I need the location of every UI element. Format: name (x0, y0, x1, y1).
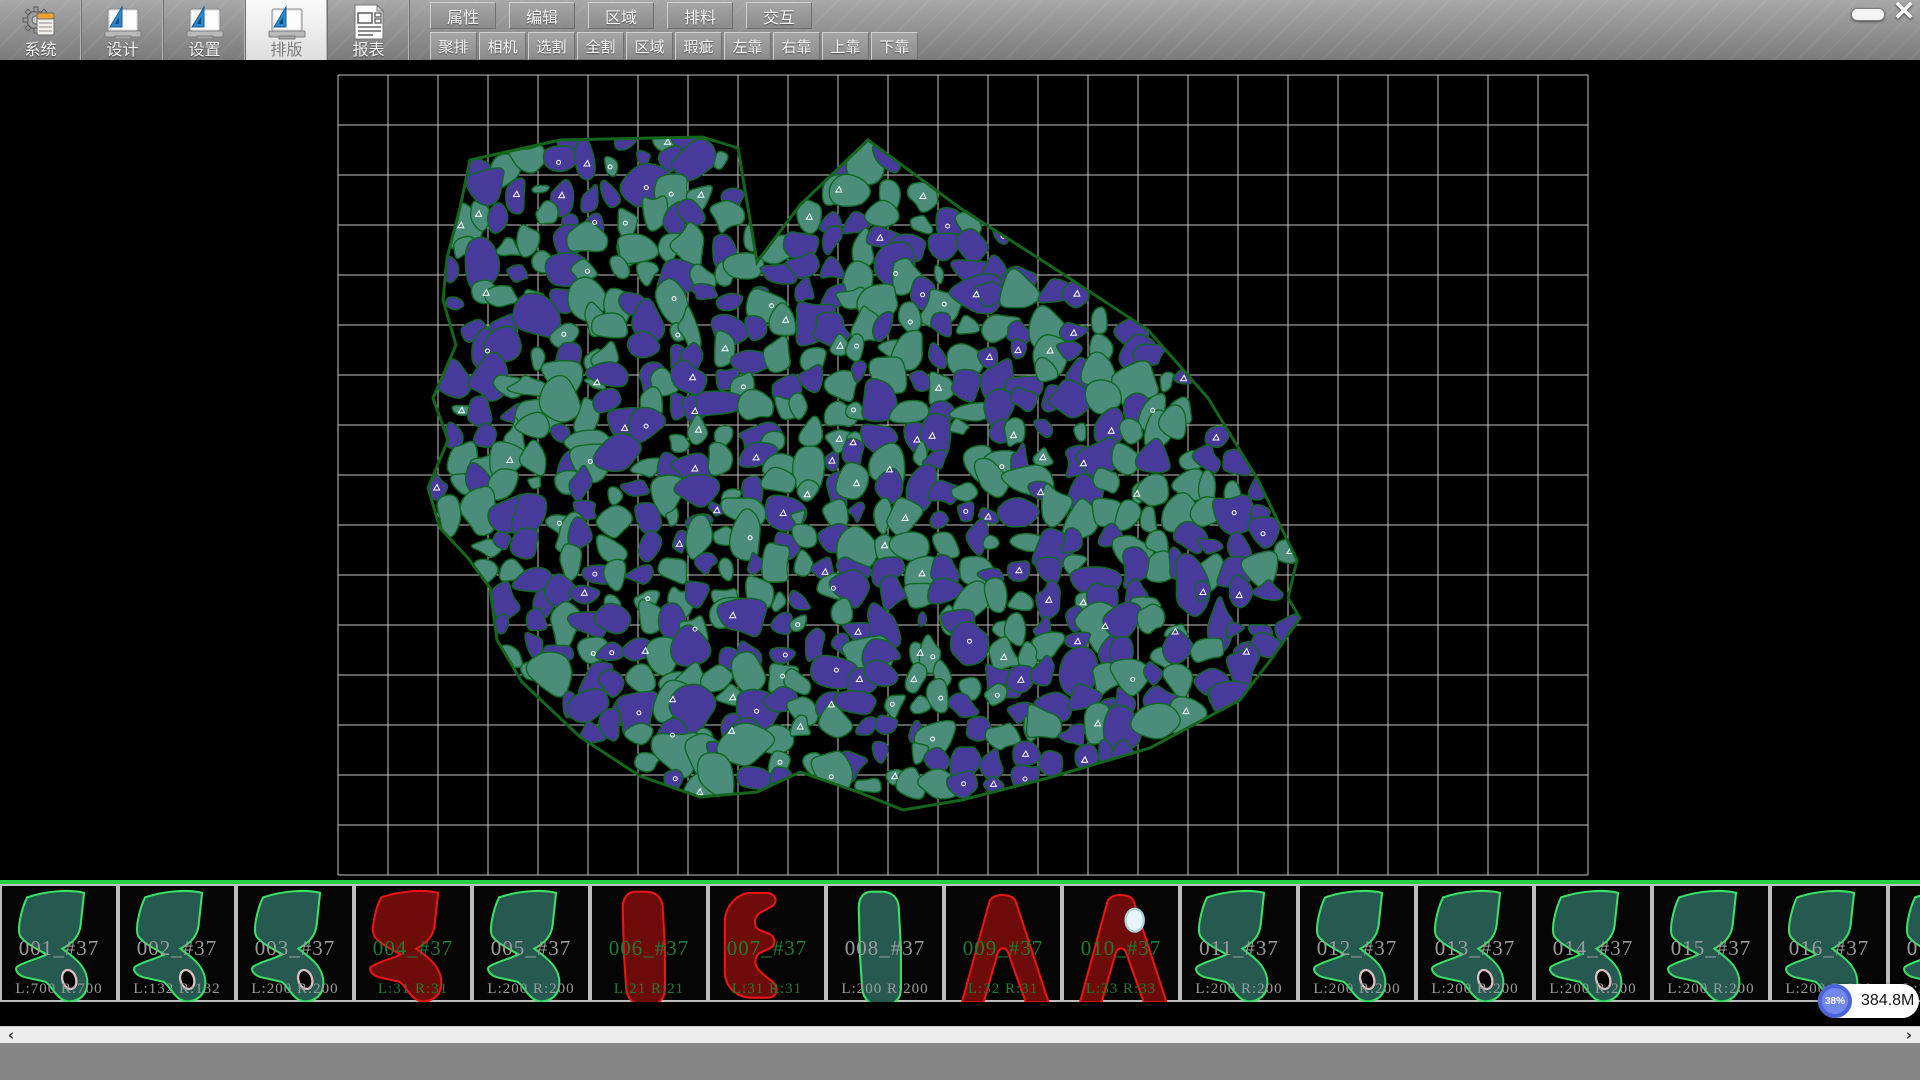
toolbar-tab-label: 排版 (270, 41, 302, 60)
design-ruler-icon (183, 5, 227, 41)
piece-shape-boot (1418, 886, 1532, 1002)
thumbnail-010_#37[interactable]: 010_#37L:33 R:33 (1062, 884, 1180, 1002)
toolbar-tab-design-2[interactable]: 设置 (164, 0, 246, 60)
toolbar-tab-design-3[interactable]: 排版 (246, 0, 328, 60)
system-icon (20, 0, 62, 41)
thumbnail-005_#37[interactable]: 005_#37L:200 R:200 (472, 884, 590, 1002)
memory-usage-label: 384.8M (1861, 992, 1914, 1010)
menu-area: 属性编辑区域排料交互 聚排相机选割全割区域瑕疵左靠右靠上靠下靠 (430, 0, 920, 60)
piece-filmstrip: 001_#37L:700 R:700002_#37L:132 R:132003_… (0, 880, 1920, 1006)
piece-shape-boot (474, 886, 588, 1002)
thumbnail-001_#37[interactable]: 001_#37L:700 R:700 (0, 884, 118, 1002)
design-icon (183, 0, 227, 41)
menu-button-menu_row1-1[interactable]: 编辑 (509, 2, 575, 29)
menu-button-menu_row2-5[interactable]: 瑕疵 (675, 32, 722, 60)
piece-shape-bottle (592, 886, 706, 1002)
minimize-button[interactable] (1851, 8, 1885, 21)
menu-button-menu_row2-7[interactable]: 右靠 (773, 32, 820, 60)
toolbar-tab-label: 设置 (188, 41, 220, 60)
design-ruler-icon (101, 5, 145, 41)
thumbnail-012_#37[interactable]: 012_#37L:200 R:200 (1298, 884, 1416, 1002)
main-toolbar: 系统设计设置排版报表 属性编辑区域排料交互 聚排相机选割全割区域瑕疵左靠右靠上靠… (0, 0, 1920, 60)
piece-shape-boot (1654, 886, 1768, 1002)
scroll-right-arrow-icon[interactable]: › (1900, 1027, 1918, 1044)
design-icon (101, 0, 145, 41)
menu-button-menu_row2-3[interactable]: 全割 (577, 32, 624, 60)
toolbar-tab-system-0[interactable]: 系统 (0, 0, 82, 60)
menu-button-menu_row2-2[interactable]: 选割 (528, 32, 575, 60)
piece-shape-boot (238, 886, 352, 1002)
memory-status-bubble: 38% 384.8M (1818, 984, 1919, 1018)
menu-button-menu_row2-4[interactable]: 区域 (626, 32, 673, 60)
piece-shape-boot (2, 886, 116, 1002)
system-gear-icon (20, 5, 62, 41)
thumbnail-004_#37[interactable]: 004_#37L:31 R:31 (354, 884, 472, 1002)
menu-button-menu_row1-4[interactable]: 交互 (746, 2, 812, 29)
thumbnail-009_#37[interactable]: 009_#37L:32 R:31 (944, 884, 1062, 1002)
toolbar-tab-label: 报表 (352, 41, 384, 60)
piece-shape-boot (356, 886, 470, 1002)
toolbar-tab-design-1[interactable]: 设计 (82, 0, 164, 60)
scroll-left-arrow-icon[interactable]: ‹ (2, 1027, 20, 1044)
menu-button-menu_row2-9[interactable]: 下靠 (871, 32, 918, 60)
main-toolbar-tabs: 系统 设计 设置 排版 报表 (0, 0, 410, 60)
piece-shape-boot (1536, 886, 1650, 1002)
progress-percent-badge: 38% (1818, 984, 1852, 1018)
menu-button-menu_row1-3[interactable]: 排料 (667, 2, 733, 29)
nested-pieces[interactable] (425, 121, 1305, 812)
report-icon (349, 0, 389, 41)
thumbnail-002_#37[interactable]: 002_#37L:132 R:132 (118, 884, 236, 1002)
piece-shape-boot (1182, 886, 1296, 1002)
horizontal-scrollbar[interactable]: ‹ › (0, 1026, 1920, 1044)
menu-button-menu_row1-2[interactable]: 区域 (588, 2, 654, 29)
design-ruler-icon (265, 5, 309, 41)
toolbar-tab-label: 系统 (24, 41, 56, 60)
report-document-icon (349, 3, 389, 41)
thumbnail-006_#37[interactable]: 006_#37L:21 R:21 (590, 884, 708, 1002)
filmstrip-thumbnails: 001_#37L:700 R:700002_#37L:132 R:132003_… (0, 884, 1920, 1002)
thumbnail-011_#37[interactable]: 011_#37L:200 R:200 (1180, 884, 1298, 1002)
design-icon (265, 0, 309, 41)
menu-button-menu_row2-8[interactable]: 上靠 (822, 32, 869, 60)
menu-button-menu_row1-0[interactable]: 属性 (430, 2, 496, 29)
thumbnail-013_#37[interactable]: 013_#37L:200 R:200 (1416, 884, 1534, 1002)
piece-shape-arch (946, 886, 1060, 1002)
piece-shape-boot (1300, 886, 1414, 1002)
thumbnail-014_#37[interactable]: 014_#37L:200 R:200 (1534, 884, 1652, 1002)
status-bar (0, 1043, 1920, 1080)
piece-shape-boot (120, 886, 234, 1002)
menu-button-menu_row2-6[interactable]: 左靠 (724, 32, 771, 60)
toolbar-tab-label: 设计 (106, 41, 138, 60)
thumbnail-007_#37[interactable]: 007_#37L:31 R:31 (708, 884, 826, 1002)
menu-row-2: 聚排相机选割全割区域瑕疵左靠右靠上靠下靠 (430, 32, 920, 60)
close-button[interactable]: ✕ (1889, 0, 1919, 24)
thumbnail-015_#37[interactable]: 015_#37L:200 R:200 (1652, 884, 1770, 1002)
menu-row-1: 属性编辑区域排料交互 (430, 2, 920, 29)
thumbnail-003_#37[interactable]: 003_#37L:200 R:200 (236, 884, 354, 1002)
piece-shape-bottle (828, 886, 942, 1002)
piece-shape-arch (1064, 886, 1178, 1002)
piece-shape-cshape (710, 886, 824, 1002)
thumbnail-008_#37[interactable]: 008_#37L:200 R:200 (826, 884, 944, 1002)
menu-button-menu_row2-1[interactable]: 相机 (479, 32, 526, 60)
toolbar-tab-report-4[interactable]: 报表 (328, 0, 410, 60)
app-window: 系统设计设置排版报表 属性编辑区域排料交互 聚排相机选割全割区域瑕疵左靠右靠上靠… (0, 0, 1920, 1080)
menu-button-menu_row2-0[interactable]: 聚排 (430, 32, 477, 60)
